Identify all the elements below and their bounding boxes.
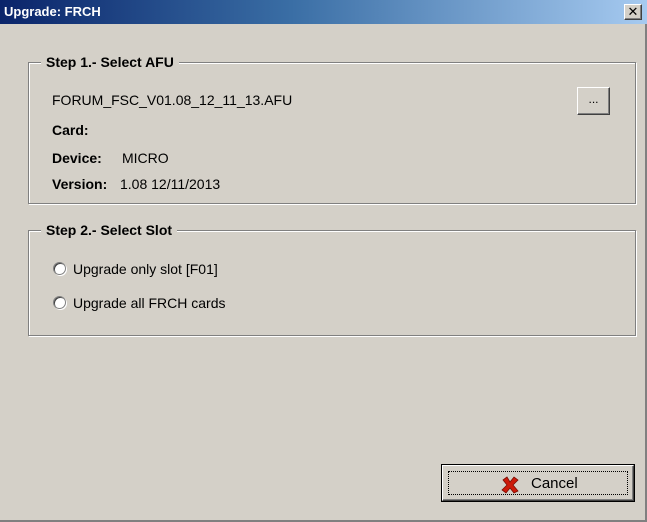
device-label: Device: <box>52 150 102 166</box>
window-title: Upgrade: FRCH <box>4 4 101 19</box>
radio-button[interactable] <box>53 262 66 275</box>
upgrade-dialog: Upgrade: FRCH ✕ Step 1.- Select AFU FORU… <box>0 0 647 522</box>
close-button[interactable]: ✕ <box>624 4 642 20</box>
radio-upgrade-slot-label: Upgrade only slot [F01] <box>73 261 218 277</box>
card-label: Card: <box>52 122 89 138</box>
step1-legend: Step 1.- Select AFU <box>41 53 179 71</box>
afu-filename: FORUM_FSC_V01.08_12_11_13.AFU <box>52 92 293 108</box>
close-icon: ✕ <box>627 4 639 19</box>
browse-button[interactable]: ... <box>577 87 610 115</box>
radio-button[interactable] <box>53 296 66 309</box>
red-x-icon <box>501 476 519 494</box>
device-value: MICRO <box>122 150 169 166</box>
step2-groupbox: Step 2.- Select Slot <box>28 221 636 336</box>
version-label: Version: <box>52 176 108 192</box>
cancel-button[interactable]: Cancel <box>441 464 635 502</box>
radio-upgrade-all-label: Upgrade all FRCH cards <box>73 295 226 311</box>
step2-legend: Step 2.- Select Slot <box>41 221 178 239</box>
version-value: 1.08 12/11/2013 <box>120 176 221 192</box>
cancel-label: Cancel <box>531 475 578 492</box>
title-bar[interactable]: Upgrade: FRCH ✕ <box>0 0 647 24</box>
